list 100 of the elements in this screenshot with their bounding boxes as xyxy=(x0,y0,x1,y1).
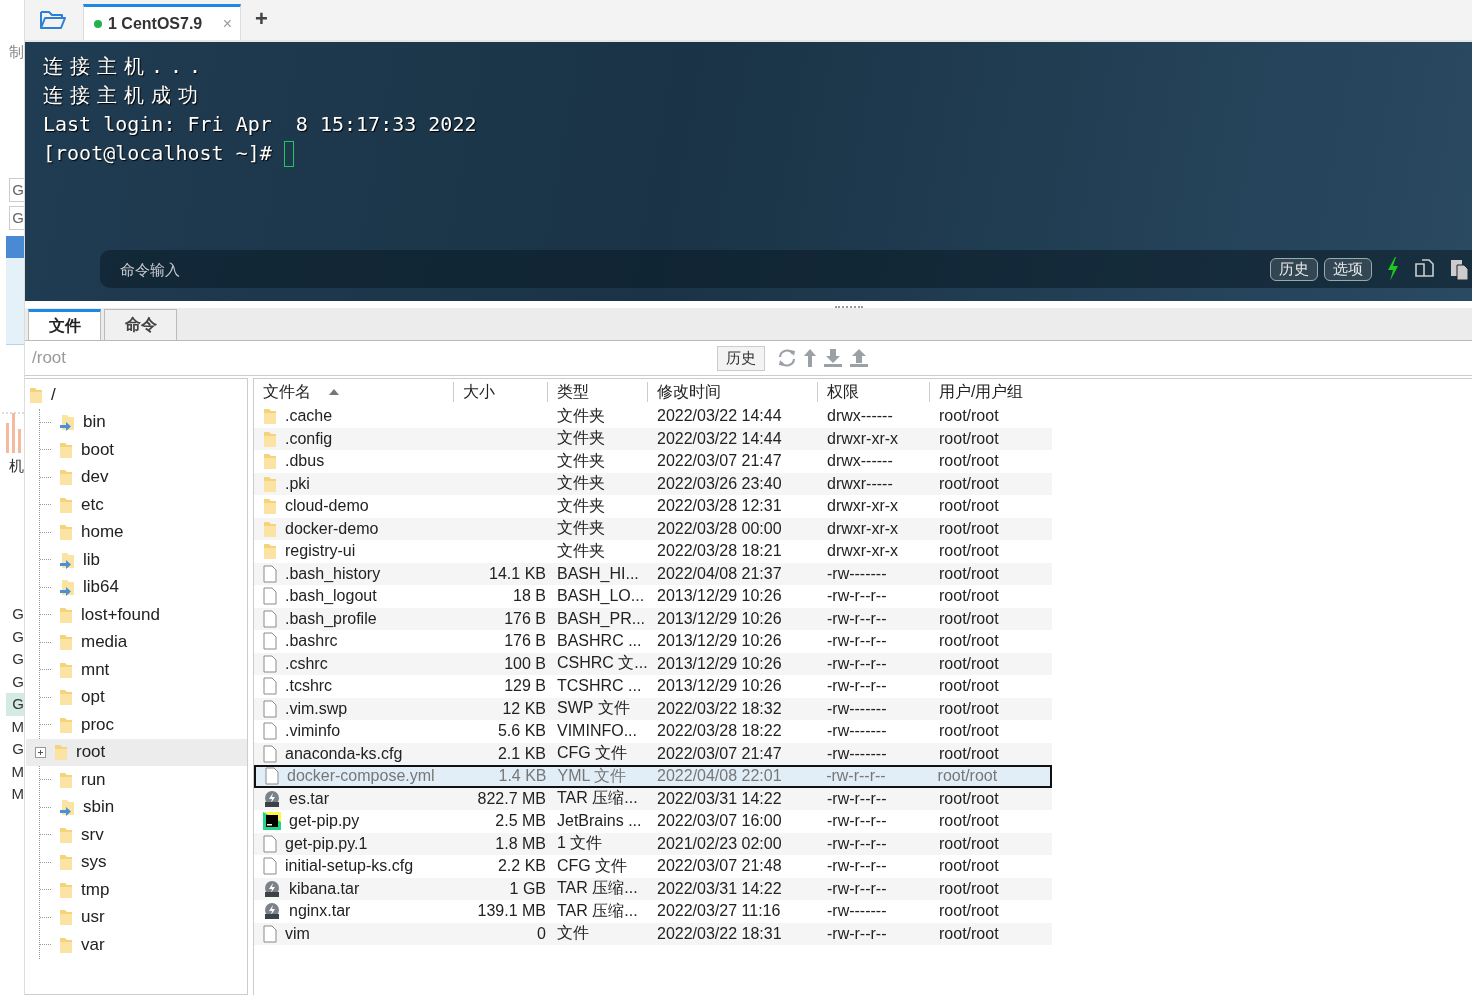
file-name[interactable]: .cache xyxy=(285,407,333,426)
selected-row[interactable]: docker-compose.yml 1.4 KB YML 文件 2022/04/08 22:01 -rw-r--r-- root/root xyxy=(254,765,1052,788)
tree-item[interactable]: tmp xyxy=(81,879,110,900)
panel-tab[interactable]: 命令 xyxy=(104,309,177,340)
list-item[interactable]: G xyxy=(6,693,24,716)
tree-item[interactable]: mnt xyxy=(81,659,110,680)
file-name[interactable]: .dbus xyxy=(285,452,325,471)
column-header[interactable]: 权限 xyxy=(827,381,859,403)
file-name[interactable]: .bash_profile xyxy=(285,609,377,628)
file-name[interactable]: registry-ui xyxy=(285,542,356,561)
file-name[interactable]: initial-setup-ks.cfg xyxy=(285,857,414,876)
file-name[interactable]: .cshrc xyxy=(285,654,328,673)
file-type: 文件夹 xyxy=(557,428,605,449)
download-icon[interactable] xyxy=(823,348,843,368)
list-item[interactable]: M xyxy=(6,715,24,738)
folder-icon xyxy=(54,743,68,762)
file-name[interactable]: .vim.swp xyxy=(285,699,348,718)
tree-item[interactable]: opt xyxy=(81,687,105,708)
tree-item[interactable]: lib xyxy=(83,549,100,570)
file-name[interactable]: docker-demo xyxy=(285,519,379,538)
list-item[interactable]: G xyxy=(6,648,24,671)
file-name[interactable]: vim xyxy=(285,924,310,943)
list-item[interactable]: G xyxy=(6,625,24,648)
file-name[interactable]: .config xyxy=(285,429,333,448)
tree-item[interactable]: usr xyxy=(81,907,105,928)
copy-icon[interactable] xyxy=(1414,258,1436,280)
tree-row-highlight[interactable]: root xyxy=(26,738,247,766)
file-name[interactable]: .tcshrc xyxy=(285,677,333,696)
column-header[interactable]: 文件名 xyxy=(263,381,311,403)
tree-item[interactable]: / xyxy=(51,384,56,405)
modified-time: 2022/03/22 18:32 xyxy=(657,699,782,718)
file-name[interactable]: get-pip.py.1 xyxy=(285,834,368,853)
file-name[interactable]: anaconda-ks.cfg xyxy=(285,744,403,763)
file-name[interactable]: get-pip.py xyxy=(289,812,360,831)
new-tab-button[interactable]: + xyxy=(255,6,268,32)
tree-item[interactable]: sys xyxy=(81,852,107,873)
tree-item[interactable]: lib64 xyxy=(83,577,119,598)
file-name[interactable]: kibana.tar xyxy=(289,879,360,898)
modified-time: 2022/04/08 22:01 xyxy=(657,767,782,786)
list-item[interactable]: M xyxy=(6,783,24,806)
command-bar-button[interactable]: 历史 xyxy=(1270,257,1318,281)
input-field[interactable]: G xyxy=(9,206,24,230)
session-tab[interactable]: 1 CentOS7.9 × xyxy=(83,4,241,40)
tree-item[interactable]: etc xyxy=(81,494,104,515)
modified-time: 2022/03/07 21:48 xyxy=(657,857,782,876)
input-field[interactable]: G xyxy=(9,178,24,202)
up-arrow-icon[interactable] xyxy=(803,348,817,368)
file-name[interactable]: cloud-demo xyxy=(285,497,369,516)
list-item[interactable]: G xyxy=(6,603,24,626)
tree-item[interactable]: proc xyxy=(81,714,115,735)
file-name[interactable]: .bashrc xyxy=(285,632,338,651)
file-type: TAR 压缩... xyxy=(557,900,638,921)
tree-item[interactable]: sbin xyxy=(83,797,115,818)
tree-item[interactable]: media xyxy=(81,632,128,653)
tree-item[interactable]: var xyxy=(81,934,105,955)
folder-icon[interactable] xyxy=(39,8,67,30)
tab-title: 1 CentOS7.9 xyxy=(108,14,204,33)
command-bar-button[interactable]: 选项 xyxy=(1324,257,1372,281)
modified-time: 2022/03/28 18:22 xyxy=(657,722,782,741)
permissions: -rw------- xyxy=(827,902,887,921)
file-type: 文件夹 xyxy=(557,473,605,494)
list-item[interactable]: G xyxy=(6,670,24,693)
owner-group: root/root xyxy=(939,902,999,921)
list-item[interactable]: M xyxy=(6,760,24,783)
modified-time: 2022/03/22 14:44 xyxy=(657,429,782,448)
file-name[interactable]: .bash_history xyxy=(285,564,381,583)
column-header[interactable]: 类型 xyxy=(557,381,589,403)
paste-icon[interactable] xyxy=(1450,258,1468,280)
tree-item[interactable]: lost+found xyxy=(81,604,160,625)
column-header[interactable]: 修改时间 xyxy=(657,381,721,403)
file-name[interactable]: es.tar xyxy=(289,789,329,808)
refresh-icon[interactable] xyxy=(777,348,797,368)
file-name[interactable]: .viminfo xyxy=(285,722,341,741)
file-size: 2.5 MB xyxy=(495,812,546,831)
tree-item[interactable]: home xyxy=(81,522,124,543)
history-button[interactable]: 历史 xyxy=(717,345,765,371)
file-name[interactable]: nginx.tar xyxy=(289,902,351,921)
tree-item[interactable]: srv xyxy=(81,824,104,845)
lightning-icon[interactable] xyxy=(1386,257,1400,281)
file-name[interactable]: docker-compose.yml xyxy=(287,767,435,786)
panel-tab[interactable]: 文件 xyxy=(28,309,101,340)
owner-group: root/root xyxy=(939,857,999,876)
tree-item[interactable]: root xyxy=(76,742,106,763)
command-input[interactable]: 命令输入 xyxy=(100,250,1270,288)
file-name[interactable]: .pki xyxy=(285,474,310,493)
tree-item[interactable]: run xyxy=(81,769,106,790)
list-item[interactable]: G xyxy=(6,738,24,761)
owner-group: root/root xyxy=(939,497,999,516)
tree-item[interactable]: boot xyxy=(81,439,115,460)
file-size: 1.8 MB xyxy=(495,834,546,853)
column-header[interactable]: 用户/用户组 xyxy=(939,381,1024,403)
upload-icon[interactable] xyxy=(849,348,869,368)
expand-icon[interactable] xyxy=(35,746,46,758)
file-name[interactable]: .bash_logout xyxy=(285,587,377,606)
file-type: 文件夹 xyxy=(557,540,605,561)
file-type: BASH_HI... xyxy=(557,564,639,583)
column-header[interactable]: 大小 xyxy=(463,381,495,403)
folder-icon xyxy=(59,825,73,844)
tree-item[interactable]: bin xyxy=(83,412,106,433)
tree-item[interactable]: dev xyxy=(81,467,109,488)
